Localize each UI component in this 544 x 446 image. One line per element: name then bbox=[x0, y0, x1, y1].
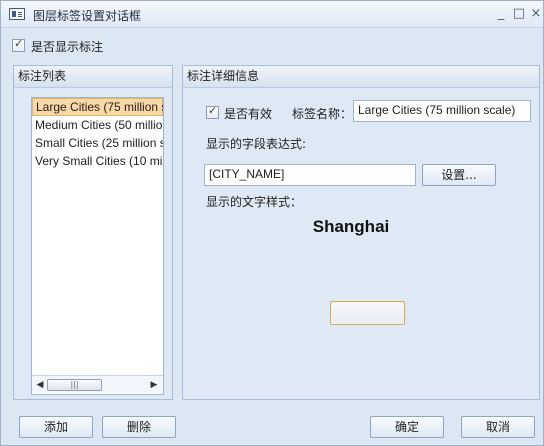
checkmark-icon: ✓ bbox=[14, 37, 24, 50]
cancel-button[interactable]: 取消 bbox=[461, 416, 535, 438]
maximize-button[interactable]: □ bbox=[510, 5, 528, 23]
checkmark-icon: ✓ bbox=[208, 104, 218, 117]
window-app-icon bbox=[9, 8, 25, 20]
delete-button[interactable]: 删除 bbox=[102, 416, 176, 438]
label-name-label: 标签名称： bbox=[292, 107, 353, 121]
scroll-right-icon[interactable]: ▶ bbox=[148, 378, 160, 392]
show-labels-checkbox-row[interactable]: ✓ 是否显示标注 bbox=[12, 37, 103, 54]
label-settings-dialog: 图层标签设置对话框 _ □ × ✓ 是否显示标注 标注列表 Large Citi… bbox=[0, 0, 544, 446]
list-item[interactable]: Small Cities (25 million scale) bbox=[32, 134, 163, 152]
text-style-label: 显示的文字样式： bbox=[206, 195, 303, 209]
window-title: 图层标签设置对话框 bbox=[33, 9, 142, 23]
label-list-header: 标注列表 bbox=[14, 66, 172, 88]
valid-label: 是否有效 bbox=[224, 107, 273, 121]
horizontal-scrollbar[interactable]: ◀ ||| ▶ bbox=[32, 375, 163, 393]
scroll-thumb[interactable]: ||| bbox=[47, 379, 102, 391]
close-button[interactable]: × bbox=[527, 5, 544, 23]
scroll-left-icon[interactable]: ◀ bbox=[34, 378, 46, 392]
valid-checkbox[interactable]: ✓ bbox=[206, 104, 219, 119]
label-detail-header: 标注详细信息 bbox=[183, 66, 539, 88]
label-listbox[interactable]: Large Cities (75 million scale) Medium C… bbox=[31, 97, 164, 395]
show-labels-label: 是否显示标注 bbox=[31, 40, 104, 54]
valid-checkbox-row[interactable]: ✓ 是否有效 bbox=[206, 104, 272, 121]
field-expression-input[interactable]: [CITY_NAME] bbox=[204, 164, 416, 186]
field-expression-label: 显示的字段表达式: bbox=[206, 137, 307, 151]
color-swatch-button[interactable] bbox=[330, 301, 405, 325]
list-item[interactable]: Large Cities (75 million scale) bbox=[32, 98, 163, 116]
ok-button[interactable]: 确定 bbox=[370, 416, 444, 438]
minimize-button[interactable]: _ bbox=[492, 5, 510, 23]
title-bar[interactable]: 图层标签设置对话框 _ □ × bbox=[1, 1, 543, 28]
list-item[interactable]: Medium Cities (50 million scale) bbox=[32, 116, 163, 134]
add-button[interactable]: 添加 bbox=[19, 416, 93, 438]
show-labels-checkbox[interactable]: ✓ bbox=[12, 37, 25, 52]
text-style-preview: Shanghai bbox=[312, 217, 390, 236]
list-item[interactable]: Very Small Cities (10 million scale) bbox=[32, 152, 163, 170]
settings-button[interactable]: 设置... bbox=[422, 164, 496, 186]
label-name-input[interactable]: Large Cities (75 million scale) bbox=[353, 100, 531, 122]
